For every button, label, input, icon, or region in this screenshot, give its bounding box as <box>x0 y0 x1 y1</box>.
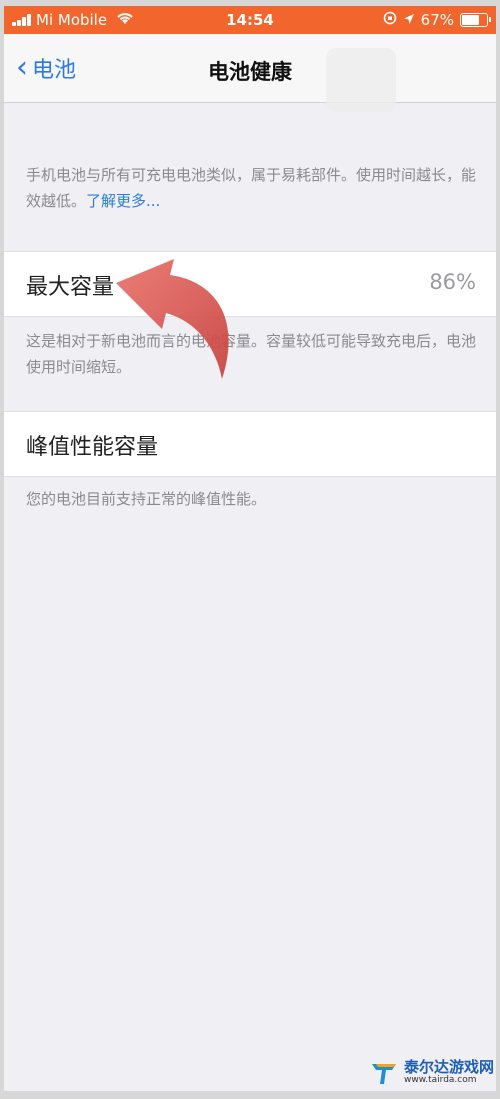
curved-arrow-annotation <box>116 259 229 379</box>
status-bar: Mi Mobile 14:54 67% <box>4 6 496 34</box>
max-capacity-label: 最大容量 <box>26 275 115 300</box>
intro-text: 手机电池与所有可充电电池类似，属于易耗部件。使用时间越长，能效越低。了解更多..… <box>26 162 476 214</box>
phone-screen: Mi Mobile 14:54 67% ‹ 电池 电池健康 手机电池与所有可充电… <box>4 6 496 1091</box>
navigation-bar: ‹ 电池 电池健康 <box>4 34 496 112</box>
learn-more-link[interactable]: 了解更多... <box>86 192 160 210</box>
watermark-url: www.tairda.com <box>404 1074 477 1085</box>
page-title: 电池健康 <box>208 60 292 84</box>
orientation-lock-icon <box>383 11 397 29</box>
peak-performance-description: 您的电池目前支持正常的峰值性能。 <box>26 490 267 508</box>
battery-percent: 67% <box>420 11 454 29</box>
site-logo-icon <box>372 1064 396 1084</box>
battery-icon <box>460 13 491 27</box>
peak-performance-label: 峰值性能容量 <box>26 435 159 460</box>
watermark-name: 泰尔达游戏网 <box>404 1057 495 1076</box>
peak-performance-row: 峰值性能容量 <box>4 411 496 477</box>
location-icon <box>403 11 415 29</box>
watermark: 泰尔达游戏网 www.tairda.com <box>370 1058 494 1086</box>
max-capacity-value: 86% <box>429 270 476 294</box>
